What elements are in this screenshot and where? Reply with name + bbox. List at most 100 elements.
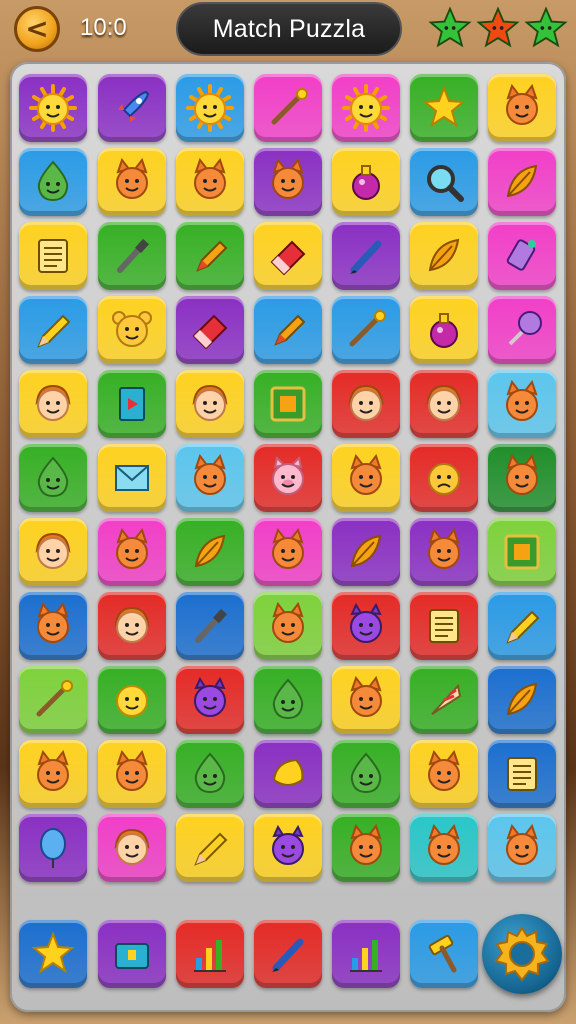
tile-chest[interactable] [98, 920, 166, 988]
tile-frame[interactable] [488, 518, 556, 586]
tile-slime-face[interactable] [19, 148, 87, 216]
tile-pencil[interactable] [176, 814, 244, 882]
tile-sun-face[interactable] [332, 74, 400, 142]
tile-balloon[interactable] [19, 814, 87, 882]
tile-feather[interactable] [410, 222, 478, 290]
tile-chart[interactable] [332, 920, 400, 988]
tile-cat-face[interactable] [488, 370, 556, 438]
tile-chart[interactable] [176, 920, 244, 988]
tile-cheese[interactable] [254, 740, 322, 808]
tile-kid-face[interactable] [410, 370, 478, 438]
tile-cat-face[interactable] [332, 666, 400, 734]
star-rating [428, 6, 568, 50]
tile-sun-face[interactable] [19, 74, 87, 142]
tile-cat-face[interactable] [410, 740, 478, 808]
tile-cat-face[interactable] [254, 592, 322, 660]
tile-cat-face[interactable] [254, 148, 322, 216]
tile-tube[interactable] [488, 222, 556, 290]
notepad-icon [507, 757, 537, 791]
tile-kid-face[interactable] [332, 370, 400, 438]
tile-cat-face[interactable] [410, 518, 478, 586]
crayon-icon [274, 314, 306, 346]
tile-feather[interactable] [488, 148, 556, 216]
tile-notepad[interactable] [19, 222, 87, 290]
settings-button[interactable] [482, 914, 562, 994]
tile-frame[interactable] [254, 370, 322, 438]
sun-face-icon [342, 84, 390, 132]
tile-cat-face[interactable] [176, 148, 244, 216]
slime-face-icon [37, 160, 69, 202]
tile-cone[interactable] [410, 666, 478, 734]
cat-face-icon [116, 528, 148, 569]
tile-potion[interactable] [410, 296, 478, 364]
tile-pen[interactable] [332, 222, 400, 290]
tile-cat-face[interactable] [488, 444, 556, 512]
tile-wand[interactable] [332, 296, 400, 364]
tile-slime-face[interactable] [332, 740, 400, 808]
tile-cat-face[interactable] [410, 814, 478, 882]
tile-crayon[interactable] [176, 222, 244, 290]
tile-bear-face[interactable] [98, 296, 166, 364]
tile-cat-face[interactable] [332, 814, 400, 882]
game-board [10, 62, 566, 1012]
tile-monster-face[interactable] [332, 592, 400, 660]
tile-sun-face[interactable] [176, 74, 244, 142]
tile-hammer[interactable] [410, 920, 478, 988]
tile-cat-face[interactable] [488, 814, 556, 882]
tile-kid-face[interactable] [176, 370, 244, 438]
tile-lollipop[interactable] [488, 296, 556, 364]
tile-crayon[interactable] [254, 296, 322, 364]
tile-pig-face[interactable] [254, 444, 322, 512]
tile-wand[interactable] [254, 74, 322, 142]
tile-feather[interactable] [332, 518, 400, 586]
tile-book[interactable] [98, 370, 166, 438]
tile-eraser[interactable] [254, 222, 322, 290]
slime-face-icon [37, 456, 69, 498]
tile-monster-face[interactable] [176, 666, 244, 734]
bear-face-icon [112, 311, 152, 347]
tile-wand[interactable] [19, 666, 87, 734]
wand-icon [36, 680, 73, 717]
tile-star[interactable] [19, 920, 87, 988]
tile-pencil[interactable] [19, 296, 87, 364]
tile-monster-face[interactable] [254, 814, 322, 882]
tile-cat-face[interactable] [254, 518, 322, 586]
wand-icon [271, 88, 308, 125]
tile-cat-face[interactable] [19, 592, 87, 660]
tile-brush[interactable] [98, 222, 166, 290]
tile-kid-face[interactable] [19, 518, 87, 586]
tile-slime-face[interactable] [254, 666, 322, 734]
tile-kid-face[interactable] [98, 814, 166, 882]
tile-slime-face[interactable] [19, 444, 87, 512]
tile-notepad[interactable] [488, 740, 556, 808]
tile-cat-face[interactable] [19, 740, 87, 808]
tile-envelope[interactable] [98, 444, 166, 512]
tile-slime-face[interactable] [176, 740, 244, 808]
back-button[interactable]: < [14, 6, 60, 52]
tile-cat-face[interactable] [332, 444, 400, 512]
tile-potion[interactable] [332, 148, 400, 216]
tile-cat-face[interactable] [98, 148, 166, 216]
tile-feather[interactable] [488, 666, 556, 734]
tile-rocket[interactable] [98, 74, 166, 142]
tile-brush[interactable] [176, 592, 244, 660]
pencil-icon [194, 832, 228, 866]
tile-pen[interactable] [254, 920, 322, 988]
tile-kid-face[interactable] [19, 370, 87, 438]
tile-feather[interactable] [176, 518, 244, 586]
monster-face-icon [194, 676, 226, 717]
sad-face-icon [428, 463, 460, 495]
tile-cat-face[interactable] [98, 518, 166, 586]
lollipop-icon [508, 311, 542, 346]
tile-star[interactable] [410, 74, 478, 142]
tile-sad-face[interactable] [410, 444, 478, 512]
tile-magnifier[interactable] [410, 148, 478, 216]
tile-cat-face[interactable] [488, 74, 556, 142]
tile-cat-face[interactable] [176, 444, 244, 512]
tile-pencil[interactable] [488, 592, 556, 660]
tile-kid-face[interactable] [98, 592, 166, 660]
tile-eraser[interactable] [176, 296, 244, 364]
tile-notepad[interactable] [410, 592, 478, 660]
tile-cat-face[interactable] [98, 740, 166, 808]
tile-smile-face[interactable] [98, 666, 166, 734]
